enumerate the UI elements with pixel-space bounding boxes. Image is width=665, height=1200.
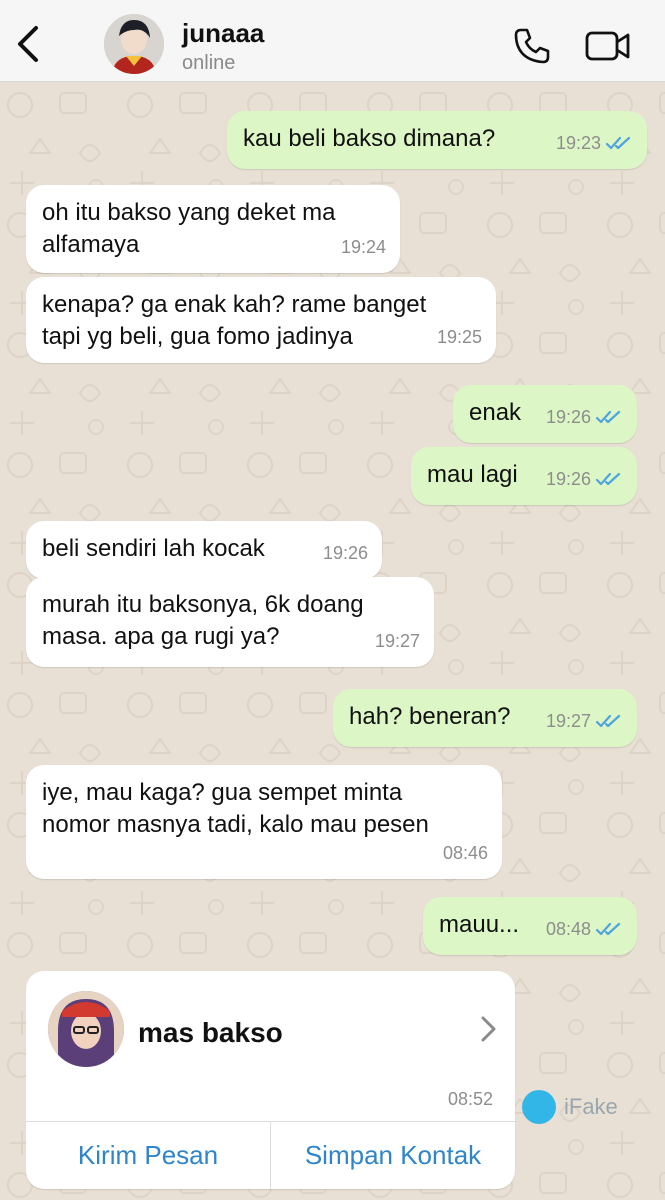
send-message-button[interactable]: Kirim Pesan [26,1122,270,1189]
card-actions: Kirim Pesan Simpan Kontak [26,1121,515,1189]
outgoing-message-bubble[interactable]: kau beli bakso dimana? 19:23 [227,111,647,169]
message-meta: 08:46 [443,837,488,869]
message-meta: 19:26 [546,463,623,495]
ifake-logo-icon [522,1090,556,1124]
message-time: 19:25 [436,327,482,347]
card-contact-name: mas bakso [138,1017,283,1048]
card-avatar [48,991,124,1067]
incoming-message-bubble[interactable]: murah itu baksonya, 6k doang masa. apa g… [26,577,434,667]
message-time: 19:27 [374,631,420,651]
outgoing-message-bubble[interactable]: mauu... 08:48 [423,897,637,955]
read-receipt-icon [595,714,621,728]
message-text: murah itu baksonya, 6k doang masa. apa g… [42,591,364,650]
message-meta: 19:26 [323,537,368,569]
chat-area[interactable]: kau beli bakso dimana? 19:23 oh itu bakso … [0,83,665,1200]
incoming-message-bubble[interactable]: oh itu bakso yang deket ma alfamaya 19:24 [26,185,400,273]
back-chevron-icon[interactable] [12,24,46,64]
message-time: 19:24 [340,237,386,257]
contact-card[interactable]: mas bakso 08:52 Kirim Pesan Simpan Konta… [26,971,515,1189]
message-meta: 19:27 [375,625,420,657]
message-meta: 19:23 [556,127,633,159]
message-text: kenapa? ga enak kah? rame banget tapi yg… [42,291,427,350]
read-receipt-icon [605,136,631,150]
incoming-message-bubble[interactable]: beli sendiri lah kocak 19:26 [26,521,382,579]
message-text: beli sendiri lah kocak [42,535,265,562]
message-meta: 19:24 [341,231,386,263]
card-timestamp: 08:52 [447,1089,493,1109]
outgoing-message-bubble[interactable]: enak 19:26 [453,385,637,443]
outgoing-message-bubble[interactable]: mau lagi 19:26 [411,447,637,505]
incoming-message-bubble[interactable]: kenapa? ga enak kah? rame banget tapi yg… [26,277,496,363]
outgoing-message-bubble[interactable]: hah? beneran? 19:27 [333,689,637,747]
contact-avatar[interactable] [104,14,164,74]
message-meta: 08:48 [546,913,623,945]
chevron-right-icon[interactable] [478,1015,498,1043]
message-meta: 19:26 [546,401,623,433]
watermark-text: iFake [564,1094,618,1119]
message-text: iye, mau kaga? gua sempet minta nomor ma… [42,779,429,838]
save-contact-button[interactable]: Simpan Kontak [270,1122,515,1189]
message-time: 19:27 [545,711,591,731]
message-meta: 19:25 [437,321,482,353]
message-time: 19:26 [322,543,368,563]
message-time: 19:23 [555,133,601,153]
message-time: 19:26 [545,407,591,427]
video-camera-icon[interactable] [584,28,632,64]
phone-icon[interactable] [512,26,552,66]
message-time: 08:48 [545,919,591,939]
message-meta: 19:27 [546,705,623,737]
read-receipt-icon [595,922,621,936]
message-time: 19:26 [545,469,591,489]
message-text: oh itu bakso yang deket ma alfamaya [42,199,336,258]
contact-name[interactable]: junaaa [182,18,264,49]
contact-status: online [182,52,236,74]
incoming-message-bubble[interactable]: iye, mau kaga? gua sempet minta nomor ma… [26,765,502,879]
read-receipt-icon [595,410,621,424]
watermark: iFake [522,1090,618,1124]
chat-header: junaaa online [0,0,665,82]
message-time: 08:46 [442,843,488,863]
read-receipt-icon [595,472,621,486]
